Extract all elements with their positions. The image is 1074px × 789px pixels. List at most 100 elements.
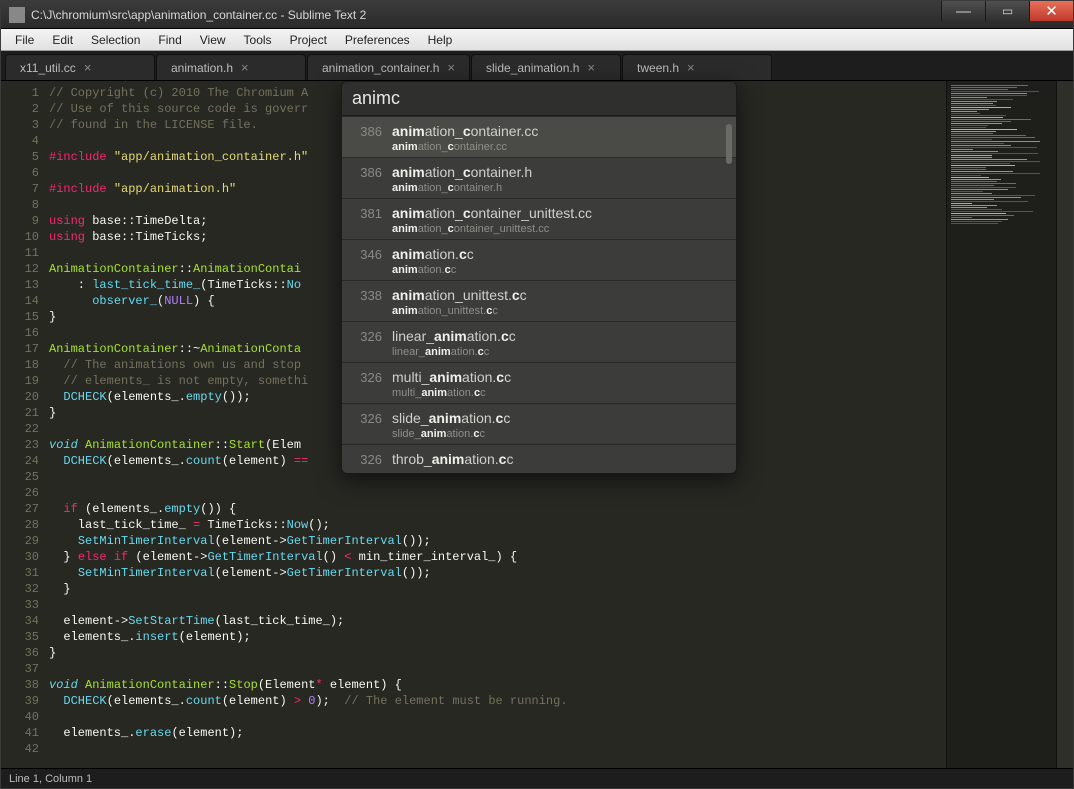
line-number: 3: [1, 117, 39, 133]
line-number: 1: [1, 85, 39, 101]
code-line[interactable]: [47, 661, 946, 677]
menu-project[interactable]: Project: [282, 31, 335, 49]
minimap-line: [951, 133, 993, 134]
tab[interactable]: animation_container.h×: [307, 54, 470, 80]
menu-help[interactable]: Help: [420, 31, 461, 49]
code-line[interactable]: void AnimationContainer::Stop(Element* e…: [47, 677, 946, 693]
line-number: 21: [1, 405, 39, 421]
result-primary: animation_container.h: [392, 164, 726, 180]
menu-find[interactable]: Find: [150, 31, 189, 49]
result-score: 326: [352, 369, 382, 385]
result-primary: animation_container.cc: [392, 123, 726, 139]
close-icon[interactable]: ×: [241, 60, 249, 75]
titlebar[interactable]: C:\J\chromium\src\app\animation_containe…: [1, 1, 1073, 29]
goto-input[interactable]: [352, 88, 726, 109]
code-line[interactable]: elements_.erase(element);: [47, 725, 946, 741]
minimap-line: [951, 113, 980, 114]
line-number: 30: [1, 549, 39, 565]
minimap-line: [951, 181, 997, 182]
goto-input-wrap[interactable]: [342, 82, 736, 116]
minimap-line: [951, 109, 989, 110]
goto-anything-overlay: 386animation_container.ccanimation_conta…: [341, 81, 737, 474]
result-score: 381: [352, 205, 382, 221]
minimap-line: [951, 121, 1011, 122]
tab[interactable]: slide_animation.h×: [471, 54, 621, 80]
line-number: 41: [1, 725, 39, 741]
menu-selection[interactable]: Selection: [83, 31, 148, 49]
menu-preferences[interactable]: Preferences: [337, 31, 418, 49]
line-number: 11: [1, 245, 39, 261]
close-icon[interactable]: ×: [687, 60, 695, 75]
close-icon[interactable]: ×: [84, 60, 92, 75]
goto-result-row[interactable]: 326slide_animation.ccslide_animation.cc: [342, 403, 736, 444]
minimap-line: [951, 211, 1033, 212]
goto-result-row[interactable]: 326linear_animation.cclinear_animation.c…: [342, 321, 736, 362]
code-line[interactable]: elements_.insert(element);: [47, 629, 946, 645]
line-number: 17: [1, 341, 39, 357]
code-line[interactable]: if (elements_.empty()) {: [47, 501, 946, 517]
close-button[interactable]: ✕: [1029, 1, 1073, 21]
minimap-line: [951, 99, 1013, 100]
line-number: 34: [1, 613, 39, 629]
goto-result-row[interactable]: 381animation_container_unittest.ccanimat…: [342, 198, 736, 239]
goto-result-row[interactable]: 386animation_container.ccanimation_conta…: [342, 116, 736, 157]
code-line[interactable]: }: [47, 645, 946, 661]
menu-file[interactable]: File: [7, 31, 42, 49]
vertical-scrollbar[interactable]: [1056, 81, 1073, 768]
close-icon[interactable]: ×: [587, 60, 595, 75]
code-line[interactable]: last_tick_time_ = TimeTicks::Now();: [47, 517, 946, 533]
minimize-button[interactable]: —: [941, 1, 985, 21]
code-line[interactable]: [47, 741, 946, 757]
result-primary: throb_animation.cc: [392, 451, 726, 467]
minimap-line: [951, 167, 986, 168]
goto-result-row[interactable]: 346animation.ccanimation.cc: [342, 239, 736, 280]
maximize-button[interactable]: ▭: [985, 1, 1029, 21]
code-line[interactable]: [47, 485, 946, 501]
code-line[interactable]: SetMinTimerInterval(element->GetTimerInt…: [47, 565, 946, 581]
code-line[interactable]: SetMinTimerInterval(element->GetTimerInt…: [47, 533, 946, 549]
minimap-line: [951, 193, 992, 194]
line-number: 13: [1, 277, 39, 293]
minimap[interactable]: [946, 81, 1056, 768]
menu-tools[interactable]: Tools: [236, 31, 280, 49]
tab[interactable]: tween.h×: [622, 54, 772, 80]
code-line[interactable]: [47, 709, 946, 725]
tab[interactable]: animation.h×: [156, 54, 306, 80]
line-number: 28: [1, 517, 39, 533]
code-line[interactable]: } else if (element->GetTimerInterval() <…: [47, 549, 946, 565]
minimap-line: [951, 129, 1017, 130]
minimap-line: [951, 97, 987, 98]
minimap-line: [951, 195, 1035, 196]
minimap-line: [951, 127, 986, 128]
goto-result-row[interactable]: 386animation_container.hanimation_contai…: [342, 157, 736, 198]
menu-edit[interactable]: Edit: [44, 31, 81, 49]
code-line[interactable]: element->SetStartTime(last_tick_time_);: [47, 613, 946, 629]
menu-view[interactable]: View: [192, 31, 234, 49]
minimap-line: [951, 217, 972, 218]
line-number: 38: [1, 677, 39, 693]
result-secondary: animation_container.cc: [392, 141, 726, 153]
line-number: 36: [1, 645, 39, 661]
overlay-scrollbar-thumb[interactable]: [726, 124, 732, 164]
code-line[interactable]: [47, 597, 946, 613]
minimap-line: [951, 91, 1039, 92]
result-secondary: multi_animation.cc: [392, 387, 726, 399]
line-number: 40: [1, 709, 39, 725]
minimap-line: [951, 215, 1014, 216]
result-score: 326: [352, 410, 382, 426]
code-line[interactable]: DCHECK(elements_.count(element) > 0); //…: [47, 693, 946, 709]
goto-result-row[interactable]: 338animation_unittest.ccanimation_unitte…: [342, 280, 736, 321]
minimap-line: [951, 111, 977, 112]
goto-result-row[interactable]: 326multi_animation.ccmulti_animation.cc: [342, 362, 736, 403]
app-window: C:\J\chromium\src\app\animation_containe…: [0, 0, 1074, 789]
line-number: 25: [1, 469, 39, 485]
goto-result-row[interactable]: 326throb_animation.cc: [342, 444, 736, 473]
minimap-line: [951, 223, 998, 224]
close-icon[interactable]: ×: [447, 60, 455, 75]
result-score: 326: [352, 328, 382, 344]
result-primary: slide_animation.cc: [392, 410, 726, 426]
code-line[interactable]: }: [47, 581, 946, 597]
minimap-line: [951, 173, 1040, 174]
tab[interactable]: x11_util.cc×: [5, 54, 155, 80]
line-number: 6: [1, 165, 39, 181]
